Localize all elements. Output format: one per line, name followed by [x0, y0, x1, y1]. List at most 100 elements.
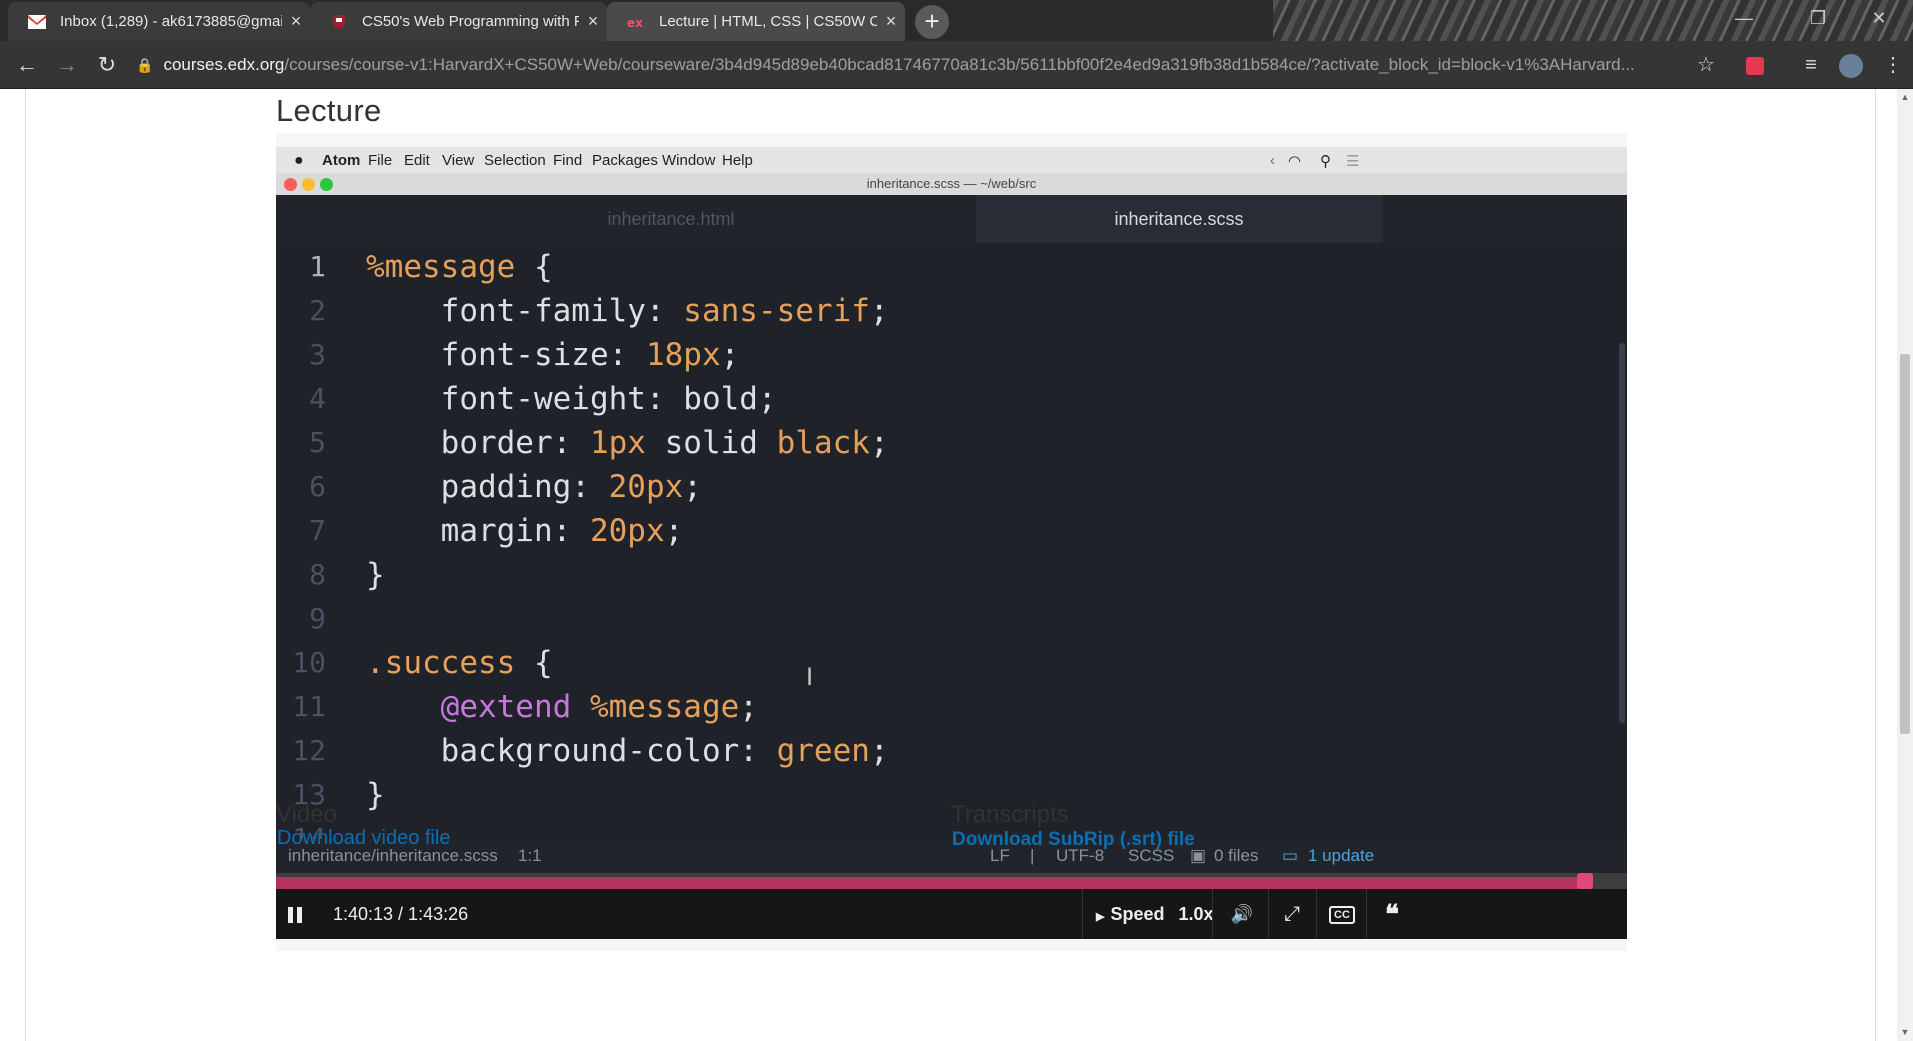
editor-tab-active: inheritance.scss [976, 195, 1382, 243]
edx-icon: ex [627, 16, 643, 29]
code-token: green [776, 733, 870, 769]
search-icon: ⚲ [1320, 153, 1331, 170]
code-text: .success { [366, 641, 553, 685]
pause-icon [288, 904, 306, 924]
code-token: font-size: [366, 337, 646, 373]
code-token: %message [366, 249, 516, 285]
window-close-icon[interactable]: ✕ [1845, 0, 1913, 36]
video-progress-bar[interactable] [276, 873, 1627, 889]
notification-list-icon: ☰ [1346, 153, 1360, 170]
code-text: } [366, 773, 385, 817]
code-token: } [366, 557, 385, 593]
line-number: 7 [309, 514, 326, 547]
line-number: 9 [309, 602, 326, 635]
line-number: 5 [309, 426, 326, 459]
page-scrollbar[interactable]: ▲ ▼ [1897, 89, 1913, 1041]
menu-item: Window [662, 152, 716, 169]
tab-gmail[interactable]: Inbox (1,289) - ak6173885@gmail.com × [8, 2, 310, 41]
transcript-quote-icon[interactable]: ❝ [1372, 889, 1412, 939]
minimize-icon[interactable]: — [1707, 0, 1781, 36]
fullscreen-icon[interactable]: ⤢ [1272, 889, 1312, 939]
divider [25, 89, 26, 1041]
code-text: @extend %message; [366, 685, 758, 729]
code-text: background-color: green; [366, 729, 889, 773]
code-text: font-family: sans-serif; [366, 289, 889, 333]
maximize-icon[interactable]: ❐ [1781, 0, 1855, 36]
code-token: ; [683, 469, 702, 505]
line-number: 11 [292, 690, 326, 723]
code-line: 12 background-color: green; [276, 729, 1616, 773]
divider [1875, 89, 1876, 1041]
menu-item: File [368, 152, 393, 169]
close-icon[interactable]: × [877, 11, 905, 32]
code-token: solid [645, 425, 777, 461]
code-token: ; [869, 733, 889, 769]
tab-title: Lecture | HTML, CSS | CS50W Course [659, 13, 877, 30]
navigation-bar: ← → ↻ 🔒 courses.edx.org/courses/course-v1… [0, 41, 1913, 89]
code-token: 20px [589, 513, 665, 549]
line-number: 4 [309, 382, 326, 415]
code-token: @extend [440, 689, 572, 725]
line-number: 8 [309, 558, 326, 591]
git-files: 0 files [1214, 846, 1259, 865]
line-number: 2 [309, 294, 326, 327]
scroll-up-icon[interactable]: ▲ [1897, 92, 1913, 102]
menu-item: Packages [592, 152, 658, 169]
code-token: background-color: [366, 733, 777, 769]
scroll-down-icon[interactable]: ▼ [1897, 1027, 1913, 1037]
code-token: sans-serif [683, 293, 870, 329]
editor-scrollbar [1619, 343, 1625, 723]
line-number: 10 [292, 646, 326, 679]
download-transcript-link[interactable]: Download SubRip (.srt) file [952, 829, 1195, 851]
apple-icon: ● [294, 152, 304, 169]
speed-button[interactable]: ▶ Speed 1.0x [1096, 889, 1214, 939]
media-controls-icon[interactable]: ≡ [1796, 50, 1826, 80]
lock-icon: 🔒 [136, 57, 154, 73]
chevron-left-icon: ‹ [1270, 152, 1275, 169]
code-token: ; [664, 513, 684, 549]
code-line: 1 %message { [276, 245, 1616, 289]
bookmark-star-icon[interactable]: ☆ [1691, 50, 1721, 80]
tab-strip: Inbox (1,289) - ak6173885@gmail.com × CS… [0, 0, 1913, 41]
code-line: 11 @extend %message; [276, 685, 1616, 729]
download-video-link[interactable]: Download video file [277, 827, 450, 850]
more-menu-icon[interactable]: ⋮ [1878, 50, 1908, 80]
close-icon[interactable]: × [579, 11, 607, 32]
url-path: /courses/course-v1:HarvardX+CS50W+Web/co… [284, 55, 1635, 74]
scrollbar-thumb[interactable] [1900, 354, 1910, 734]
divider [1366, 889, 1367, 939]
back-icon[interactable]: ← [10, 49, 44, 81]
reload-icon[interactable]: ↻ [90, 49, 124, 81]
code-line: 7 margin: 20px; [276, 509, 1616, 553]
code-text: font-weight: bold; [366, 377, 777, 421]
code-token: { [515, 645, 553, 681]
tab-cs50-course[interactable]: CS50's Web Programming with Python and J… [310, 2, 607, 41]
wifi-icon: ◠ [1288, 153, 1302, 170]
code-token: ; [869, 293, 889, 329]
code-token: ; [869, 425, 889, 461]
page-content: Lecture ● Atom File Edit View Selection … [0, 89, 1913, 1041]
browser-window: Inbox (1,289) - ak6173885@gmail.com × CS… [0, 0, 1913, 1041]
closed-captions-icon[interactable]: CC [1322, 889, 1362, 939]
zoom-dot [320, 178, 333, 191]
tab-lecture[interactable]: ex Lecture | HTML, CSS | CS50W Course × [607, 2, 905, 41]
transcripts-section-title: Transcripts [951, 801, 1069, 828]
code-text: } [366, 553, 385, 597]
close-icon[interactable]: × [282, 11, 310, 32]
address-bar[interactable]: 🔒 courses.edx.org/courses/course-v1:Harva… [136, 48, 1676, 82]
progress-handle[interactable] [1577, 873, 1593, 889]
code-token: font-family: [366, 293, 684, 329]
menu-item: Edit [404, 152, 430, 169]
video-frame[interactable]: ● Atom File Edit View Selection Find Pac… [276, 147, 1627, 889]
avatar[interactable] [1836, 50, 1866, 80]
volume-icon[interactable]: 🔊 [1222, 889, 1262, 939]
url-host: courses.edx.org [163, 55, 285, 74]
code-text: border: 1px solid black; [366, 421, 889, 465]
new-tab-button[interactable]: + [915, 5, 949, 39]
code-text: padding: 20px; [366, 465, 702, 509]
code-token: padding: [366, 469, 609, 505]
pause-button[interactable] [288, 889, 318, 939]
extension-icon[interactable] [1740, 50, 1770, 80]
forward-icon[interactable]: → [50, 49, 84, 81]
